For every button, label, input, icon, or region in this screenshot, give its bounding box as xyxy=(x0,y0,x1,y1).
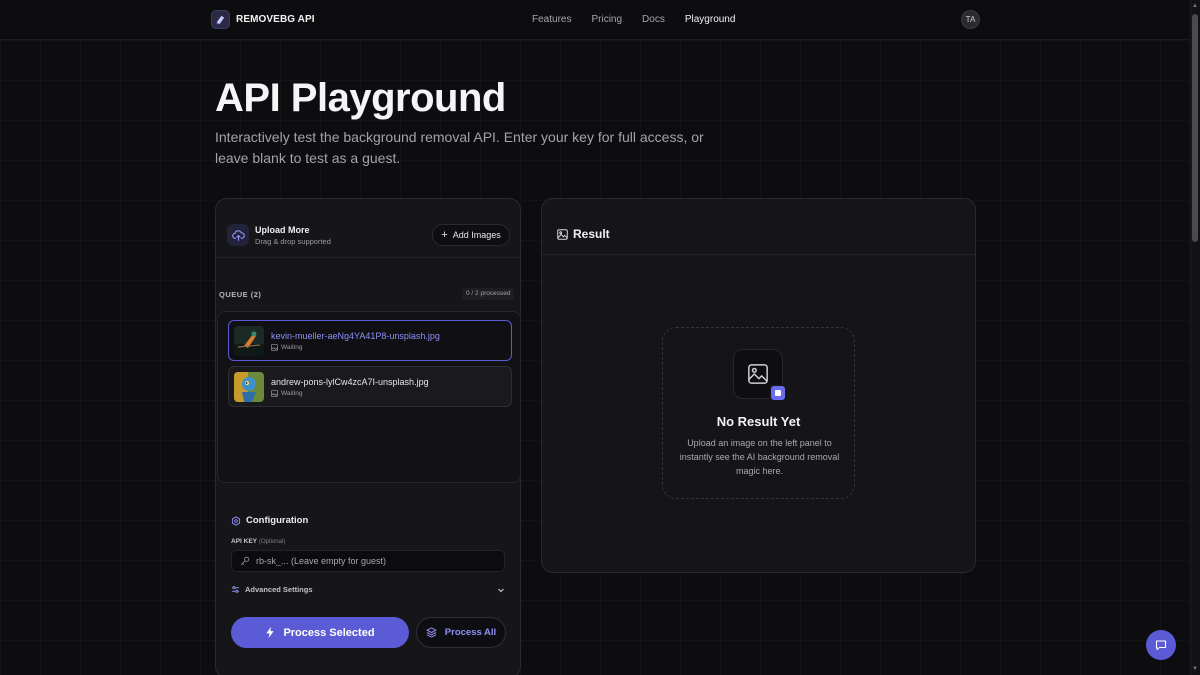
add-images-button[interactable]: + Add Images xyxy=(432,224,510,246)
divider xyxy=(216,257,520,258)
key-icon xyxy=(240,556,250,566)
file-name: kevin-mueller-aeNg4YA41P8-unsplash.jpg xyxy=(271,331,440,341)
file-status: Waiting xyxy=(271,390,302,397)
api-key-optional: (Optional) xyxy=(259,539,286,545)
image-status-icon xyxy=(271,390,278,397)
image-icon xyxy=(557,228,568,240)
plus-icon: + xyxy=(441,228,448,241)
process-all-label: Process All xyxy=(444,627,497,638)
user-avatar[interactable]: TA xyxy=(961,10,980,29)
brand-name: REMOVEBG API xyxy=(236,14,315,25)
nav-features[interactable]: Features xyxy=(532,14,571,25)
api-key-input[interactable] xyxy=(256,556,504,566)
nav-playground[interactable]: Playground xyxy=(685,14,736,25)
result-panel: Result No Result Yet Upload an image on … xyxy=(541,198,976,573)
nav-docs[interactable]: Docs xyxy=(642,14,665,25)
api-key-label-text: API KEY xyxy=(231,538,258,545)
file-name: andrew-pons-lylCw4zcA7I-unsplash.jpg xyxy=(271,377,429,387)
add-images-label: Add Images xyxy=(452,230,501,240)
scroll-up-arrow-icon[interactable]: ▲ xyxy=(1192,3,1198,9)
status-badge-icon xyxy=(769,384,787,402)
file-status-label: Waiting xyxy=(281,390,303,397)
sliders-icon xyxy=(231,586,240,593)
advanced-settings-toggle[interactable]: Advanced Settings xyxy=(231,585,505,594)
queue-list: kevin-mueller-aeNg4YA41P8-unsplash.jpg W… xyxy=(217,311,521,483)
upload-dropzone[interactable]: Upload More Drag & drop supported xyxy=(227,224,331,246)
brand[interactable]: REMOVEBG API xyxy=(211,10,315,29)
scroll-thumb[interactable] xyxy=(1192,14,1198,242)
image-thumbnail xyxy=(234,372,264,402)
scroll-down-arrow-icon[interactable]: ▼ xyxy=(1192,666,1198,672)
chat-icon xyxy=(1155,640,1167,651)
processed-badge: 0 / 2 processed xyxy=(462,288,515,300)
lightning-icon xyxy=(266,627,275,638)
image-status-icon xyxy=(271,344,278,351)
gear-icon xyxy=(231,515,241,526)
api-key-field[interactable] xyxy=(231,550,505,572)
upload-panel: Upload More Drag & drop supported + Add … xyxy=(215,198,521,675)
cloud-upload-icon xyxy=(227,224,249,246)
queue-label: QUEUE (2) xyxy=(219,290,262,299)
configuration-title: Configuration xyxy=(246,515,309,526)
page-subtitle: Interactively test the background remova… xyxy=(215,129,704,166)
chevron-down-icon xyxy=(498,588,504,592)
process-selected-button[interactable]: Process Selected xyxy=(231,617,409,648)
brand-logo-icon xyxy=(211,10,230,29)
upload-title: Upload More xyxy=(255,224,310,235)
process-selected-label: Process Selected xyxy=(283,626,375,639)
page-scrollbar[interactable]: ▲ ▼ xyxy=(1190,0,1200,675)
process-all-button[interactable]: Process All xyxy=(416,617,506,648)
file-status: Waiting xyxy=(271,344,302,351)
queue-item[interactable]: andrew-pons-lylCw4zcA7I-unsplash.jpg Wai… xyxy=(228,366,512,407)
page-title: API Playground xyxy=(215,76,506,120)
divider xyxy=(542,254,975,255)
layers-icon xyxy=(426,627,437,638)
no-result-title: No Result Yet xyxy=(716,414,801,429)
queue-item[interactable]: kevin-mueller-aeNg4YA41P8-unsplash.jpg W… xyxy=(228,320,512,361)
file-status-label: Waiting xyxy=(281,344,303,351)
top-nav-bar: REMOVEBG API Features Pricing Docs Playg… xyxy=(0,0,1190,40)
chat-button[interactable] xyxy=(1146,630,1176,660)
image-thumbnail xyxy=(234,326,264,356)
nav-pricing[interactable]: Pricing xyxy=(591,14,622,25)
upload-subtitle: Drag & drop supported xyxy=(255,236,331,246)
advanced-settings-label: Advanced Settings xyxy=(245,585,313,594)
result-heading: Result xyxy=(557,227,610,241)
main-nav: Features Pricing Docs Playground xyxy=(532,14,735,25)
configuration-heading: Configuration xyxy=(231,515,308,526)
result-title: Result xyxy=(573,227,610,241)
result-placeholder: No Result Yet Upload an image on the lef… xyxy=(662,327,855,499)
api-key-label: API KEY (Optional) xyxy=(231,538,285,545)
no-result-text: Upload an image on the left panel to ins… xyxy=(679,438,840,476)
